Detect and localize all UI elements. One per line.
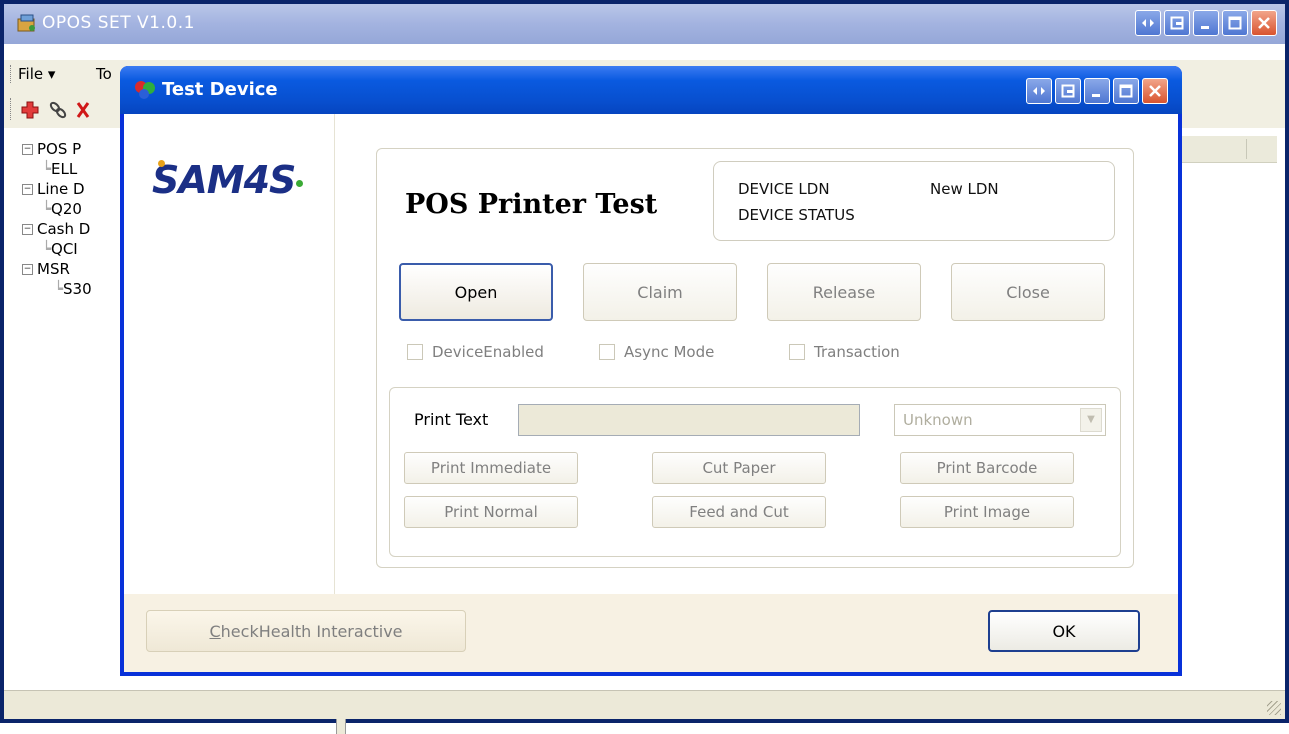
tree-node-cash-drawer[interactable]: − Cash D bbox=[22, 220, 90, 238]
tree-node-q20[interactable]: ┕Q20 bbox=[42, 200, 82, 218]
pin-window-icon[interactable] bbox=[1164, 10, 1190, 36]
minimize-icon[interactable] bbox=[1193, 10, 1219, 36]
app-icon bbox=[17, 14, 35, 32]
add-icon[interactable] bbox=[20, 100, 40, 120]
close-icon[interactable] bbox=[1251, 10, 1277, 36]
logo-orange-dot bbox=[158, 160, 165, 167]
menu-tools[interactable]: To bbox=[96, 65, 112, 83]
cut-paper-button[interactable]: Cut Paper bbox=[652, 452, 826, 484]
print-barcode-button[interactable]: Print Barcode bbox=[900, 452, 1074, 484]
tree-node-s30[interactable]: ┕S30 bbox=[54, 280, 92, 298]
maximize-icon[interactable] bbox=[1113, 78, 1139, 104]
tree-node-pos-printer[interactable]: − POS P bbox=[22, 140, 81, 158]
close-button[interactable]: Close bbox=[951, 263, 1105, 321]
checkbox-box[interactable] bbox=[789, 344, 805, 360]
device-ldn-value: New LDN bbox=[930, 180, 999, 198]
checkbox-box[interactable] bbox=[407, 344, 423, 360]
resize-grip-icon[interactable] bbox=[1267, 701, 1281, 715]
logo-green-dot bbox=[296, 180, 304, 187]
device-ldn-label: DEVICE LDN bbox=[738, 180, 830, 198]
minimize-icon[interactable] bbox=[1084, 78, 1110, 104]
restore-arrows-icon[interactable] bbox=[1026, 78, 1052, 104]
close-icon[interactable] bbox=[1142, 78, 1168, 104]
tree-node-line-display[interactable]: − Line D bbox=[22, 180, 85, 198]
checkbox-box[interactable] bbox=[599, 344, 615, 360]
dialog-title: Test Device bbox=[162, 79, 278, 100]
sam4s-logo: SAM4S bbox=[152, 158, 304, 202]
print-mode-value: Unknown bbox=[903, 411, 973, 429]
dialog-body: SAM4S POS Printer Test DEVICE LDN New LD… bbox=[124, 114, 1178, 672]
collapse-icon[interactable]: − bbox=[22, 144, 33, 155]
transaction-checkbox[interactable]: Transaction bbox=[789, 343, 900, 361]
print-text-label: Print Text bbox=[414, 410, 489, 429]
tree-node-qci[interactable]: ┕QCI bbox=[42, 240, 78, 258]
checkhealth-button[interactable]: CheckHealth Interactive bbox=[146, 610, 466, 652]
tree-connector: ┕ bbox=[42, 200, 52, 218]
release-button[interactable]: Release bbox=[767, 263, 921, 321]
logo-pane: SAM4S bbox=[124, 114, 335, 594]
collapse-icon[interactable]: − bbox=[22, 224, 33, 235]
dialog-title-bar[interactable]: Test Device bbox=[120, 66, 1182, 114]
dialog-caption-buttons bbox=[1026, 78, 1168, 104]
panel-title: POS Printer Test bbox=[405, 189, 658, 220]
print-normal-button[interactable]: Print Normal bbox=[404, 496, 578, 528]
dialog-footer: CheckHealth Interactive OK bbox=[124, 594, 1178, 672]
pin-window-icon[interactable] bbox=[1055, 78, 1081, 104]
maximize-icon[interactable] bbox=[1222, 10, 1248, 36]
print-immediate-button[interactable]: Print Immediate bbox=[404, 452, 578, 484]
printer-test-panel: POS Printer Test DEVICE LDN New LDN DEVI… bbox=[376, 148, 1134, 568]
main-title: OPOS SET V1.0.1 bbox=[42, 13, 195, 33]
print-mode-select[interactable]: Unknown ▼ bbox=[894, 404, 1106, 436]
link-icon[interactable] bbox=[48, 100, 68, 120]
main-title-bar[interactable]: OPOS SET V1.0.1 bbox=[4, 4, 1285, 44]
checkhealth-mnemonic: C bbox=[209, 621, 221, 641]
device-status-box: DEVICE LDN New LDN DEVICE STATUS bbox=[713, 161, 1115, 241]
restore-arrows-icon[interactable] bbox=[1135, 10, 1161, 36]
tree-node-msr[interactable]: − MSR bbox=[22, 260, 70, 278]
chevron-down-icon[interactable]: ▼ bbox=[1080, 408, 1102, 432]
ok-button[interactable]: OK bbox=[988, 610, 1140, 652]
main-caption-buttons bbox=[1135, 10, 1277, 36]
list-column-divider[interactable] bbox=[1246, 139, 1247, 159]
async-mode-checkbox[interactable]: Async Mode bbox=[599, 343, 714, 361]
collapse-icon[interactable]: − bbox=[22, 264, 33, 275]
print-text-input[interactable] bbox=[518, 404, 860, 436]
tree-connector: ┕ bbox=[54, 280, 64, 298]
status-bar bbox=[4, 690, 1285, 719]
open-button[interactable]: Open bbox=[399, 263, 553, 321]
menu-grip[interactable] bbox=[10, 65, 13, 83]
device-colors-icon bbox=[135, 81, 155, 99]
feed-and-cut-button[interactable]: Feed and Cut bbox=[652, 496, 826, 528]
tree-connector: ┕ bbox=[42, 240, 52, 258]
toolbar-grip[interactable] bbox=[10, 98, 13, 120]
tree-node-ell[interactable]: ┕ELL bbox=[42, 160, 77, 178]
test-device-dialog: Test Device SAM4S POS Printer Test DEVIC… bbox=[120, 66, 1182, 676]
print-panel: Print Text Unknown ▼ Print Immediate Cut… bbox=[389, 387, 1121, 557]
tree-connector: ┕ bbox=[42, 160, 52, 178]
device-status-label: DEVICE STATUS bbox=[738, 206, 855, 224]
device-enabled-checkbox[interactable]: DeviceEnabled bbox=[407, 343, 544, 361]
delete-icon[interactable] bbox=[76, 100, 90, 120]
checkhealth-label: heckHealth Interactive bbox=[220, 621, 403, 641]
claim-button[interactable]: Claim bbox=[583, 263, 737, 321]
menu-file[interactable]: File ▾ bbox=[18, 65, 55, 83]
collapse-icon[interactable]: − bbox=[22, 184, 33, 195]
print-image-button[interactable]: Print Image bbox=[900, 496, 1074, 528]
